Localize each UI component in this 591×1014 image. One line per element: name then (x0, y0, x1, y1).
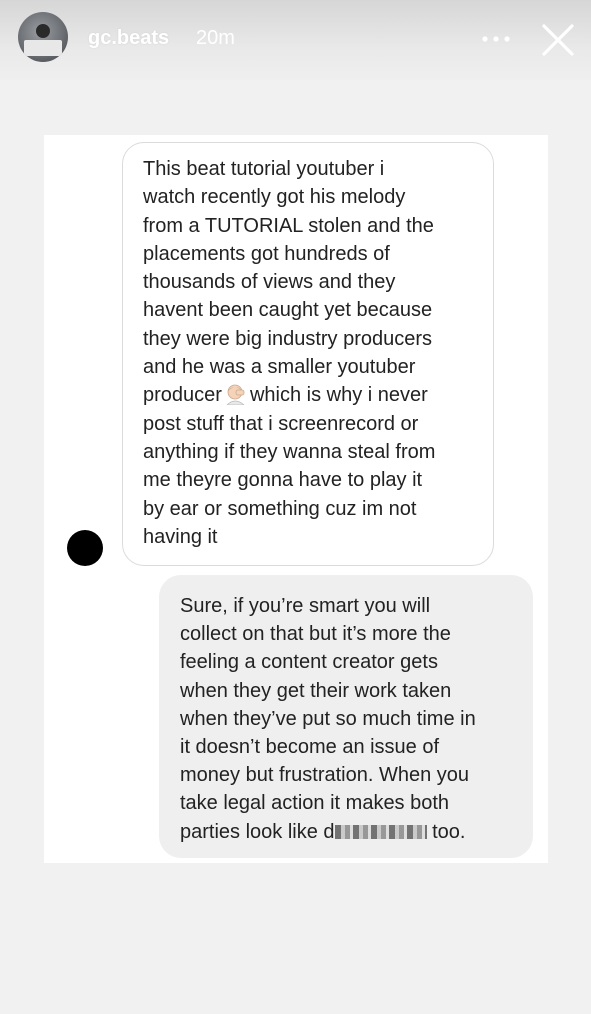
username[interactable]: gc.beats (88, 27, 169, 50)
outgoing-message-text: Sure, if you’re smart you will collect o… (180, 592, 525, 846)
incoming-message-text: This beat tutorial youtuber i watch rece… (143, 155, 483, 551)
censored-word (334, 825, 427, 840)
avatar-desk (24, 40, 62, 56)
close-icon[interactable] (540, 22, 576, 58)
outgoing-message-part2: too. (432, 820, 466, 843)
story-header: gc.beats 20m (0, 0, 591, 80)
sender-avatar[interactable] (67, 530, 103, 566)
profile-avatar[interactable] (18, 12, 68, 62)
outgoing-message-part1: Sure, if you’re smart you will collect o… (180, 595, 476, 843)
incoming-message-part2: which is why i never post stuff that i s… (143, 384, 436, 548)
timestamp: 20m (196, 27, 235, 49)
facepalm-emoji-icon (226, 384, 245, 406)
ellipsis-icon[interactable] (480, 33, 512, 45)
incoming-message-part1: This beat tutorial youtuber i watch rece… (143, 158, 434, 407)
avatar-person (36, 24, 50, 38)
